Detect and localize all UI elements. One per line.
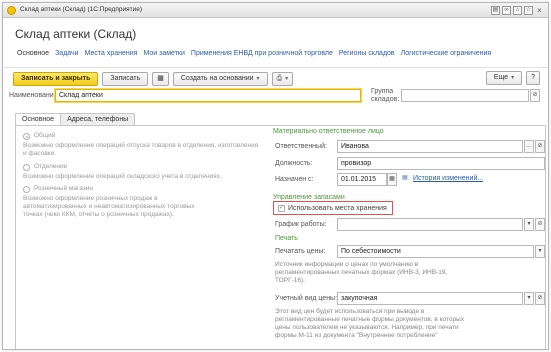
print-hint-1: Источник информации о ценах по умолчанию…: [275, 261, 419, 268]
name-field[interactable]: Склад аптеки: [55, 89, 361, 102]
price-hint-2: регламентированные печатные формы докуме…: [275, 316, 465, 323]
calendar-icon[interactable]: ▦: [387, 173, 397, 186]
window-title: Склад аптеки (Склад) (1С:Предприятие): [20, 6, 143, 13]
schedule-open-button[interactable]: ⊘: [535, 218, 545, 231]
type-department-label: Отделение: [34, 163, 68, 170]
chevron-down-icon: ▾: [285, 75, 289, 82]
print-section-title: Печать: [275, 235, 298, 242]
nav-item-logistics[interactable]: Логистические ограничения: [401, 50, 492, 62]
responsible-label: Ответственный:: [275, 143, 327, 150]
link-icon[interactable]: ∞: [502, 6, 511, 15]
schedule-field[interactable]: [337, 218, 523, 231]
type-retail-desc-3: точках (чеки ККМ, отчеты о розничных про…: [23, 211, 174, 218]
chevron-down-icon: ▾: [511, 75, 515, 81]
group-label: Группа складов:: [371, 88, 399, 104]
page-title: Склад аптеки (Склад): [15, 27, 137, 41]
schedule-label: График работы:: [275, 221, 327, 228]
type-retail-radio[interactable]: [23, 186, 30, 193]
mol-section-title: Материально ответственное лицо: [273, 128, 384, 135]
price-hint-4: формы М-11 из документа "Внутреннее потр…: [275, 332, 438, 339]
type-general-desc: Возможно оформление операций отпуска тов…: [23, 142, 259, 157]
type-department-radio[interactable]: [23, 164, 30, 171]
history-icon[interactable]: ▤: [400, 173, 410, 186]
type-retail-desc-2: автоматизированных и неавтоматизированны…: [23, 203, 195, 210]
type-department-desc: Возможно оформление операций складского …: [23, 173, 222, 180]
save-and-close-button[interactable]: Записать и закрыть: [13, 71, 99, 86]
type-general-label: Общий: [34, 132, 56, 139]
close-icon[interactable]: ×: [535, 6, 544, 15]
price-type-dropdown-button[interactable]: ▾: [524, 292, 534, 305]
clip-icon[interactable]: ⌂: [513, 6, 522, 15]
print-hint-2: регламентированных печатных формах (ИНВ-…: [275, 269, 448, 276]
price-hint-1: Этот вид цен будет использоваться при вы…: [275, 308, 425, 315]
nav-item-tasks[interactable]: Задачи: [55, 50, 79, 62]
more-button[interactable]: Еще ▾: [485, 71, 523, 85]
stock-section-title: Управление запасами: [273, 194, 345, 201]
help-button[interactable]: ?: [526, 71, 540, 85]
price-hint-3: цены пользователем не указываются. Напри…: [275, 324, 459, 331]
nav-item-envd[interactable]: Применения ЕНВД при розничной торговле: [191, 50, 333, 62]
use-storage-label: Использовать места хранения: [288, 205, 387, 212]
print-prices-dropdown-button[interactable]: ▾: [535, 245, 545, 258]
group-open-button[interactable]: ⊘: [530, 89, 540, 102]
nav-item-main[interactable]: Основное: [17, 50, 49, 62]
print-prices-select[interactable]: По себестоимости: [337, 245, 534, 258]
toolbar-right: Еще ▾ ?: [485, 71, 540, 85]
print-icon[interactable]: ⎙ ▾: [271, 71, 294, 86]
app-logo-icon: [7, 6, 16, 15]
assigned-label: Назначен с:: [275, 176, 314, 183]
form-toolbar: Записать и закрыть Записать ▦ Создать на…: [13, 71, 294, 86]
schedule-dropdown-button[interactable]: ▾: [524, 218, 534, 231]
type-general-radio[interactable]: [23, 133, 30, 140]
create-based-button[interactable]: Создать на основании ▾: [172, 71, 268, 86]
titlebar-icons: ▤ ∞ ⌂ ☆ ×: [491, 6, 544, 15]
save-button[interactable]: Записать: [102, 71, 149, 86]
responsible-field[interactable]: Иванова: [337, 140, 523, 153]
position-field[interactable]: провизор: [337, 157, 545, 170]
position-label: Должность:: [275, 160, 313, 167]
report-icon[interactable]: ▦: [152, 71, 169, 86]
price-type-label: Учетный вид цены:: [275, 295, 338, 302]
window-titlebar: Склад аптеки (Склад) (1С:Предприятие) ▤ …: [3, 3, 548, 18]
nav-item-storage-places[interactable]: Места хранения: [85, 50, 138, 62]
group-field[interactable]: [401, 89, 529, 102]
more-label: Еще: [493, 74, 509, 81]
assigned-date-field[interactable]: 01.01.2015: [337, 173, 387, 186]
form-nav: Основное Задачи Места хранения Мои замет…: [17, 50, 491, 62]
print-prices-label: Печатать цены:: [275, 248, 326, 255]
form-window: Склад аптеки (Склад) (1С:Предприятие) ▤ …: [2, 2, 549, 350]
chevron-down-icon: ▾: [256, 75, 260, 82]
type-retail-desc-1: Возможно оформление розничных продаж в: [23, 195, 158, 202]
price-type-open-button[interactable]: ⊘: [535, 292, 545, 305]
star-icon[interactable]: ☆: [524, 6, 533, 15]
group-label-line2: складов:: [371, 96, 400, 103]
create-based-label: Создать на основании: [180, 74, 254, 82]
responsible-select-button[interactable]: …: [524, 140, 534, 153]
use-storage-checkbox[interactable]: ✓: [278, 205, 285, 212]
type-retail-label: Розничный магазин: [34, 185, 93, 192]
responsible-open-button[interactable]: ⊘: [535, 140, 545, 153]
nav-item-regions[interactable]: Регионы складов: [339, 50, 395, 62]
doc-icon[interactable]: ▤: [491, 6, 500, 15]
price-type-field[interactable]: закупочная: [337, 292, 523, 305]
group-label-line1: Группа: [371, 88, 394, 95]
name-label: Наименование:: [9, 92, 60, 99]
nav-item-notes[interactable]: Мои заметки: [143, 50, 184, 62]
nav-divider: [3, 67, 548, 68]
use-storage-area: ✓ Использовать места хранения: [273, 201, 393, 215]
history-link[interactable]: История изменений...: [413, 175, 483, 182]
print-hint-3: ТОРГ-16).: [275, 277, 305, 284]
